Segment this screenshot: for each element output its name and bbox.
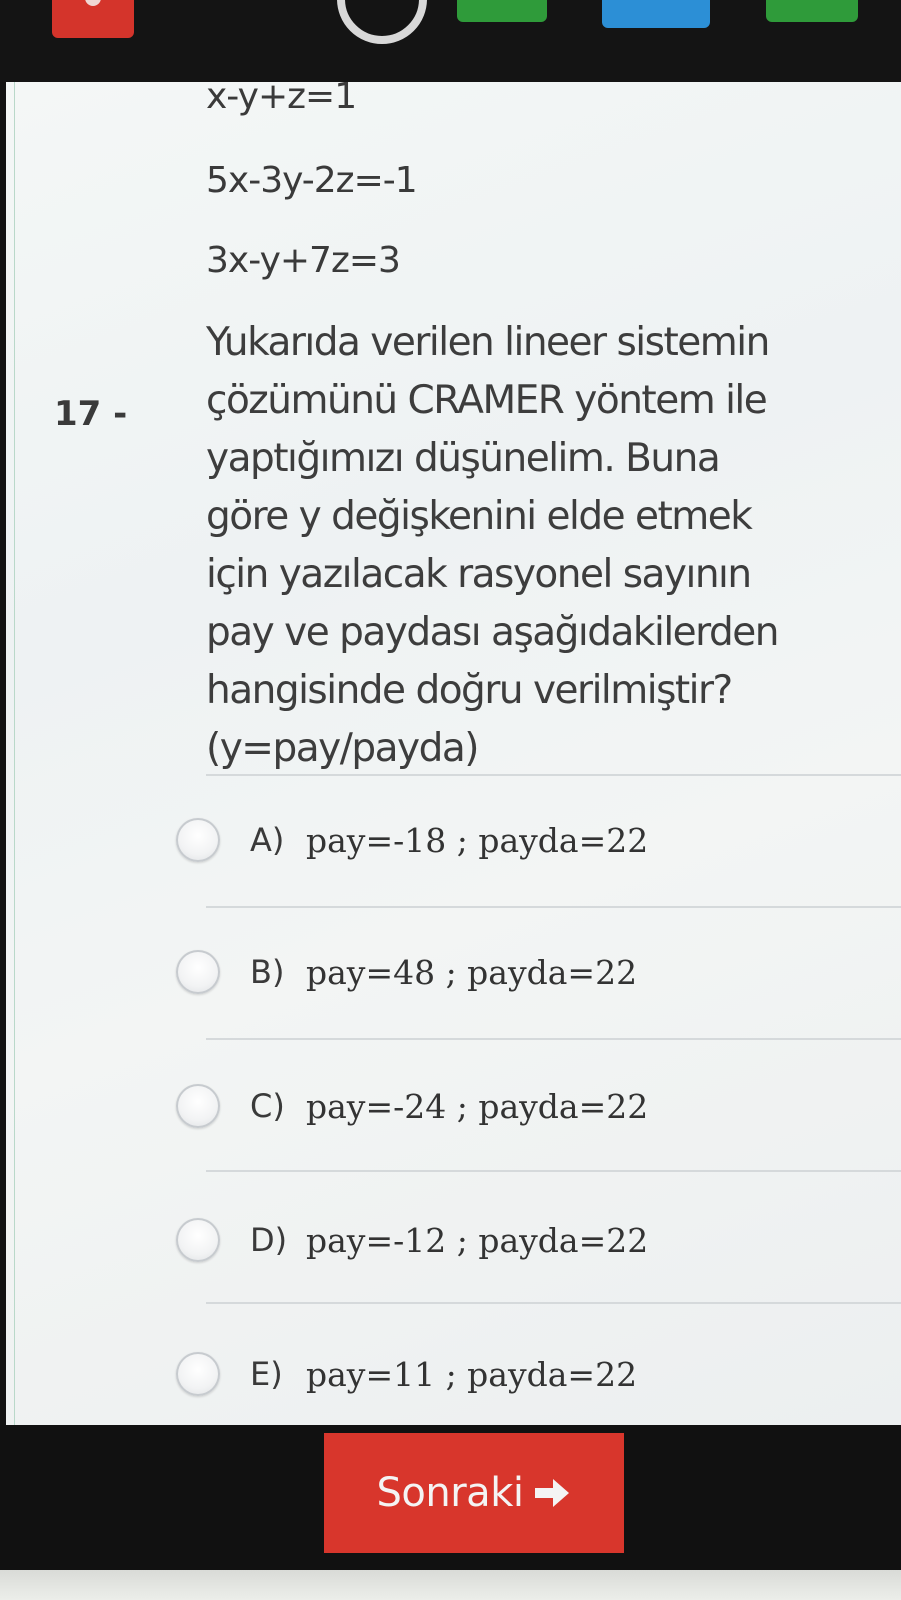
option-letter: B) xyxy=(250,953,285,991)
radio-button[interactable] xyxy=(176,1352,220,1396)
question-text-line: için yazılacak rasyonel sayının xyxy=(206,552,752,597)
next-button-label: Sonraki xyxy=(376,1470,524,1516)
next-button[interactable]: Sonraki xyxy=(324,1433,624,1553)
toolbar-green-button-left[interactable] xyxy=(457,0,547,22)
question-number: 17 - xyxy=(54,394,128,434)
radio-button[interactable] xyxy=(176,950,220,994)
option-d[interactable]: D) pay=-12 ; payda=22 xyxy=(176,1210,648,1270)
divider xyxy=(206,1170,901,1172)
question-text-line: göre y değişkenini elde etmek xyxy=(206,494,753,539)
panel-edge xyxy=(14,82,15,1425)
option-text: pay=-24 ; payda=22 xyxy=(306,1086,649,1126)
divider xyxy=(206,774,901,776)
divider xyxy=(206,906,901,908)
bottom-bar: Sonraki xyxy=(0,1425,901,1570)
question-text-line: Yukarıda verilen lineer sistemin xyxy=(206,320,770,365)
top-toolbar xyxy=(0,0,901,82)
option-a[interactable]: A) pay=-18 ; payda=22 xyxy=(176,810,648,870)
option-b[interactable]: B) pay=48 ; payda=22 xyxy=(176,942,637,1002)
option-text: pay=48 ; payda=22 xyxy=(306,952,638,992)
equation-3: 3x-y+7z=3 xyxy=(206,240,401,281)
timer-icon xyxy=(337,0,427,44)
bottom-strip xyxy=(0,1570,901,1600)
divider xyxy=(206,1302,901,1304)
radio-button[interactable] xyxy=(176,818,220,862)
option-letter: C) xyxy=(250,1087,285,1125)
equation-2: 5x-3y-2z=-1 xyxy=(206,160,418,201)
question-text-line: pay ve paydası aşağıdakilerden xyxy=(206,610,779,655)
option-text: pay=11 ; payda=22 xyxy=(306,1354,638,1394)
option-letter: D) xyxy=(250,1221,288,1259)
arrow-right-icon xyxy=(533,1476,571,1510)
toolbar-blue-button[interactable] xyxy=(602,0,710,28)
help-button[interactable] xyxy=(52,0,134,38)
question-panel: x-y+z=1 5x-3y-2z=-1 3x-y+7z=3 17 - Yukar… xyxy=(6,82,901,1425)
option-text: pay=-18 ; payda=22 xyxy=(306,820,649,860)
question-text-line: hangisinde doğru verilmiştir? xyxy=(206,668,733,713)
question-text: Yukarıda verilen lineer sistemin çözümün… xyxy=(206,314,896,778)
divider xyxy=(206,1038,901,1040)
option-text: pay=-12 ; payda=22 xyxy=(306,1220,649,1260)
option-c[interactable]: C) pay=-24 ; payda=22 xyxy=(176,1076,648,1136)
help-icon xyxy=(85,0,101,6)
toolbar-green-button-right[interactable] xyxy=(766,0,858,22)
question-text-line: (y=pay/payda) xyxy=(206,726,479,771)
question-text-line: çözümünü CRAMER yöntem ile xyxy=(206,378,768,423)
question-text-line: yaptığımızı düşünelim. Buna xyxy=(206,436,721,481)
equation-1: x-y+z=1 xyxy=(206,82,357,117)
option-letter: E) xyxy=(250,1355,283,1393)
option-e[interactable]: E) pay=11 ; payda=22 xyxy=(176,1344,637,1404)
radio-button[interactable] xyxy=(176,1084,220,1128)
option-letter: A) xyxy=(250,821,285,859)
radio-button[interactable] xyxy=(176,1218,220,1262)
